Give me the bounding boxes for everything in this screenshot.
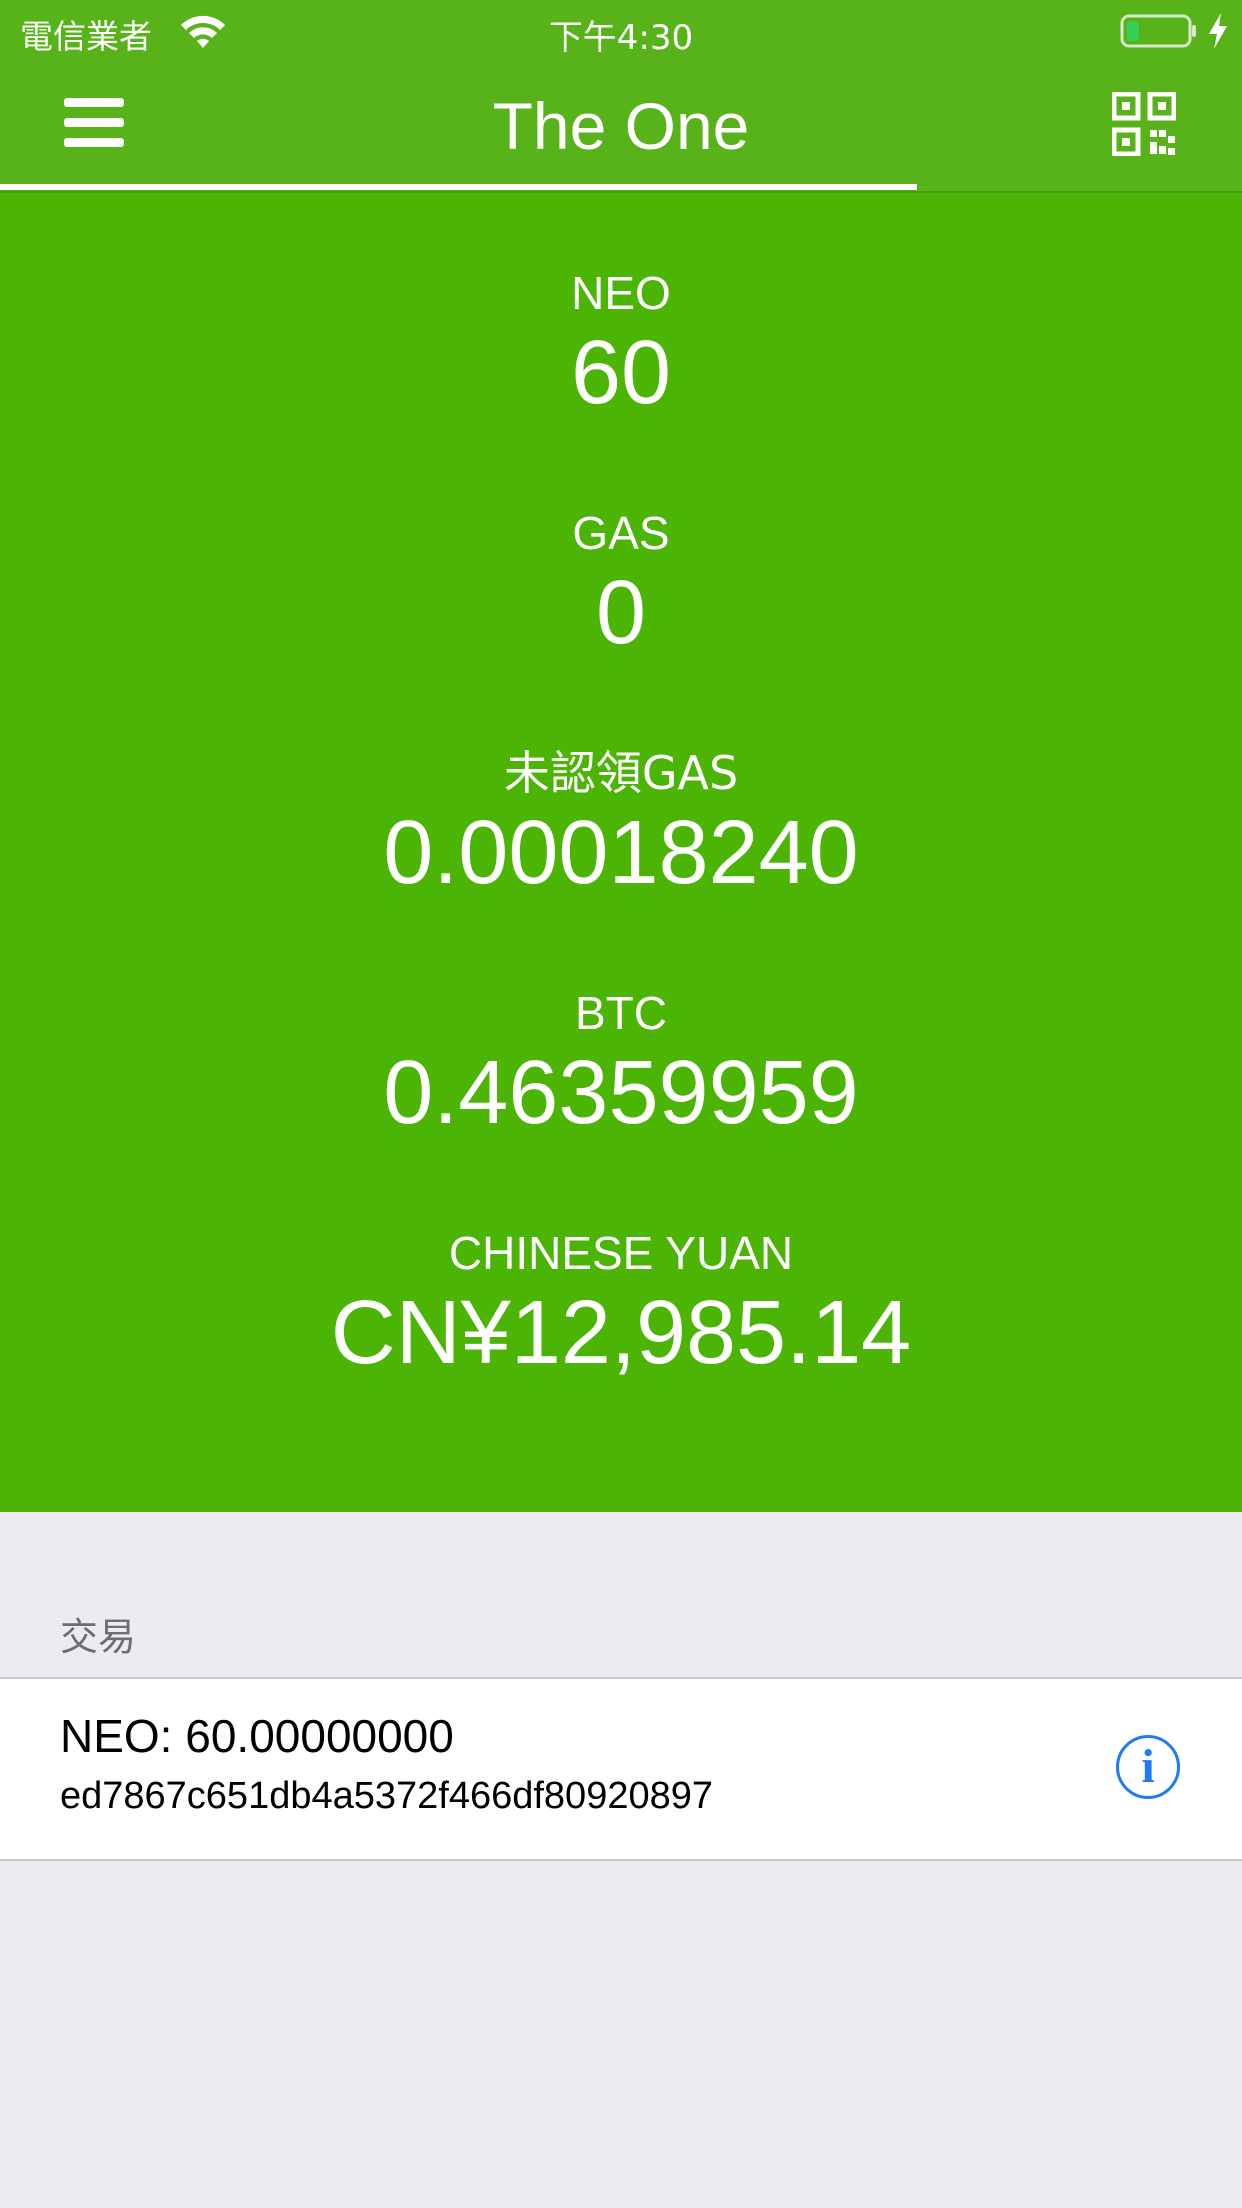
balance-value: 0.46359959 <box>383 1043 859 1143</box>
page-title: The One <box>492 89 750 163</box>
balance-value: 60 <box>570 323 672 423</box>
info-icon[interactable]: i <box>1116 1735 1180 1799</box>
transaction-row[interactable]: NEO: 60.00000000 ed7867c651db4a5372f466d… <box>0 1677 1242 1861</box>
balance-label: BTC <box>575 987 667 1039</box>
balance-label: GAS <box>572 507 670 559</box>
balance-neo: NEO 60 <box>0 263 1242 423</box>
status-time: 下午4:30 <box>548 18 694 58</box>
balance-fiat: CHINESE YUAN CN¥12,985.14 <box>0 1223 1242 1383</box>
charging-bolt-icon <box>1209 13 1227 49</box>
balance-btc: BTC 0.46359959 <box>0 983 1242 1143</box>
balance-value: 0.00018240 <box>383 803 859 903</box>
status-bar: 電信業者 下午4:30 <box>0 0 1242 60</box>
transaction-amount: NEO: 60.00000000 <box>60 1710 454 1762</box>
navigation-bar: The One <box>0 60 1242 193</box>
tab-indicator <box>0 184 917 190</box>
balance-label: NEO <box>571 267 671 319</box>
top-bar: 電信業者 下午4:30 The One <box>0 0 1242 193</box>
qr-code-icon[interactable] <box>1112 92 1176 156</box>
battery-icon <box>1120 14 1196 48</box>
transactions-section-header: 交易 <box>60 1615 137 1659</box>
balance-label: CHINESE YUAN <box>448 1227 794 1279</box>
balance-value: CN¥12,985.14 <box>330 1283 912 1383</box>
balance-gas: GAS 0 <box>0 503 1242 663</box>
balance-label: 未認領GAS <box>503 746 739 800</box>
balances-panel: NEO 60 GAS 0 未認領GAS 0.00018240 BTC 0.463… <box>0 193 1242 1512</box>
transaction-hash: ed7867c651db4a5372f466df80920897 <box>60 1775 713 1817</box>
balance-unclaimed-gas: 未認領GAS 0.00018240 <box>0 743 1242 903</box>
balance-value: 0 <box>595 563 647 663</box>
